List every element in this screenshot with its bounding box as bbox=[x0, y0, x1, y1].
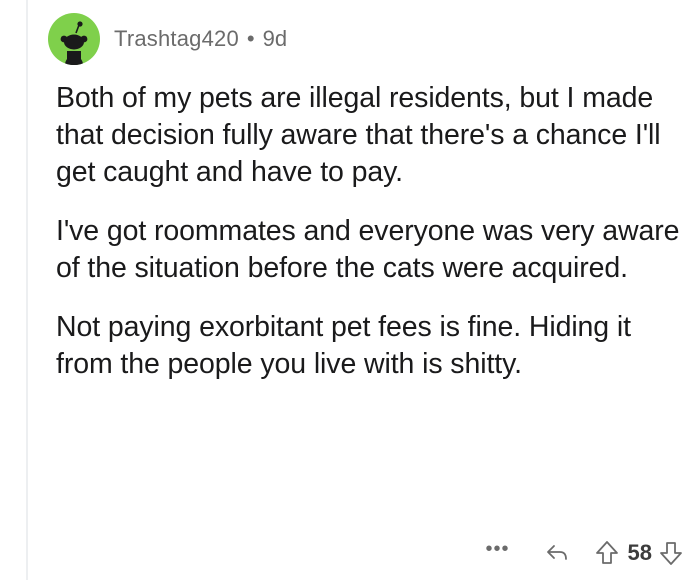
vote-score: 58 bbox=[627, 540, 652, 565]
reply-button[interactable] bbox=[544, 538, 570, 568]
comment-actions: ••• 58 bbox=[486, 536, 685, 570]
upvote-arrow-icon bbox=[595, 541, 618, 564]
more-options-button[interactable]: ••• bbox=[486, 539, 510, 559]
downvote-button[interactable] bbox=[658, 538, 684, 568]
downvote-arrow-icon bbox=[660, 542, 682, 565]
meta-separator: • bbox=[246, 26, 255, 51]
comment-header: Trashtag420 • 9d bbox=[48, 13, 287, 65]
username-link[interactable]: Trashtag420 bbox=[114, 26, 239, 52]
comment-paragraph: Both of my pets are illegal residents, b… bbox=[56, 82, 661, 188]
reply-arrow-icon bbox=[546, 545, 567, 560]
comment-paragraph: Not paying exorbitant pet fees is fine. … bbox=[56, 311, 631, 380]
comment-age: 9d bbox=[262, 26, 288, 51]
upvote-button[interactable] bbox=[594, 538, 620, 568]
snoo-avatar-icon bbox=[60, 21, 88, 65]
comment-body: Both of my pets are illegal residents, b… bbox=[56, 80, 686, 405]
comment-paragraph: I've got roommates and everyone was very… bbox=[56, 215, 680, 284]
comment: Trashtag420 • 9d Both of my pets are ill… bbox=[0, 0, 700, 580]
avatar[interactable] bbox=[48, 13, 100, 65]
